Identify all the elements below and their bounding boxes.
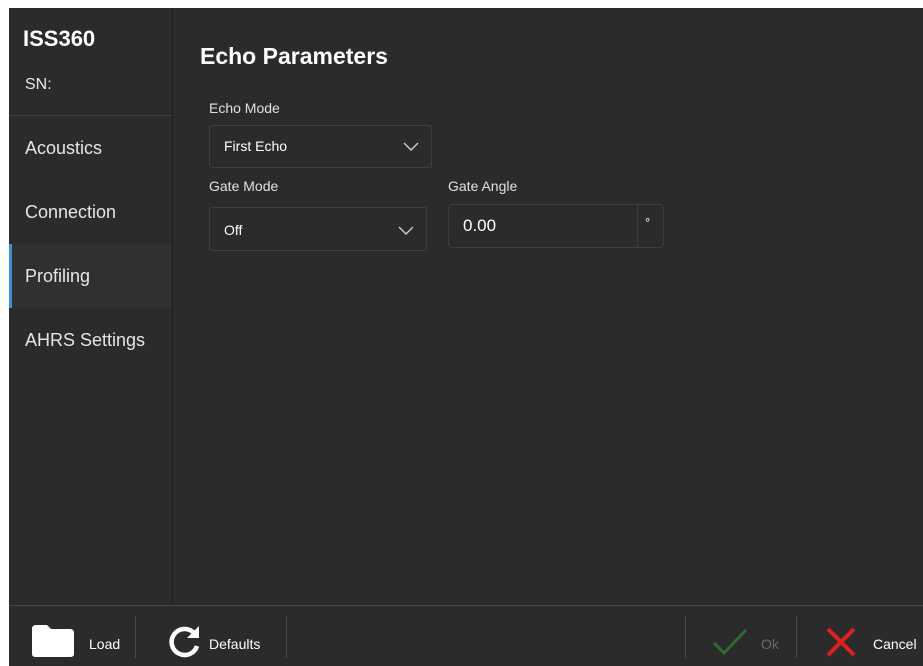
device-name: ISS360 [23, 26, 96, 51]
cancel-button[interactable]: Cancel [797, 606, 923, 666]
gate-mode-label: Gate Mode [209, 178, 279, 194]
sidebar-item-profiling[interactable]: Profiling [9, 244, 172, 308]
sidebar-item-ahrs-settings[interactable]: AHRS Settings [9, 308, 172, 372]
echo-parameters-panel: Echo Parameters Echo Mode First Echo Gat… [173, 8, 923, 605]
load-button[interactable]: Load [9, 606, 135, 666]
sidebar-item-label: Acoustics [25, 137, 103, 158]
defaults-button[interactable]: Defaults [136, 606, 286, 666]
chevron-down-icon [403, 142, 419, 151]
gate-mode-dropdown[interactable]: Off [209, 207, 427, 251]
settings-window: ISS360 SN: Acoustics Connection Profilin… [9, 8, 923, 666]
folder-icon [32, 625, 74, 657]
toolbar-separator [286, 616, 287, 658]
checkmark-icon [712, 628, 748, 656]
sidebar: ISS360 SN: Acoustics Connection Profilin… [9, 8, 172, 605]
cancel-label: Cancel [873, 636, 917, 652]
device-header: ISS360 SN: [9, 8, 172, 116]
chevron-down-icon [398, 226, 414, 235]
sidebar-item-label: Connection [25, 201, 117, 222]
gate-angle-field: ° [448, 204, 664, 248]
gate-angle-input[interactable] [463, 205, 633, 247]
sidebar-item-label: AHRS Settings [25, 329, 146, 350]
sidebar-item-connection[interactable]: Connection [9, 180, 172, 244]
sidebar-item-label: Profiling [25, 265, 91, 286]
bottom-toolbar: Load Defaults Ok Cancel [9, 605, 923, 666]
echo-mode-label: Echo Mode [209, 100, 280, 116]
ok-button[interactable]: Ok [686, 606, 796, 666]
defaults-label: Defaults [209, 636, 261, 652]
close-icon [826, 627, 856, 657]
echo-mode-dropdown[interactable]: First Echo [209, 125, 432, 168]
sidebar-item-acoustics[interactable]: Acoustics [9, 116, 172, 180]
ok-label: Ok [761, 636, 779, 652]
gate-angle-unit: ° [645, 215, 651, 230]
panel-title: Echo Parameters [200, 43, 388, 69]
device-serial-number: SN: [25, 76, 52, 93]
echo-mode-value: First Echo [224, 138, 288, 154]
refresh-icon [169, 626, 200, 658]
gate-mode-value: Off [224, 222, 243, 238]
load-label: Load [89, 636, 121, 652]
gate-angle-separator [637, 205, 638, 247]
gate-angle-label: Gate Angle [448, 178, 518, 194]
